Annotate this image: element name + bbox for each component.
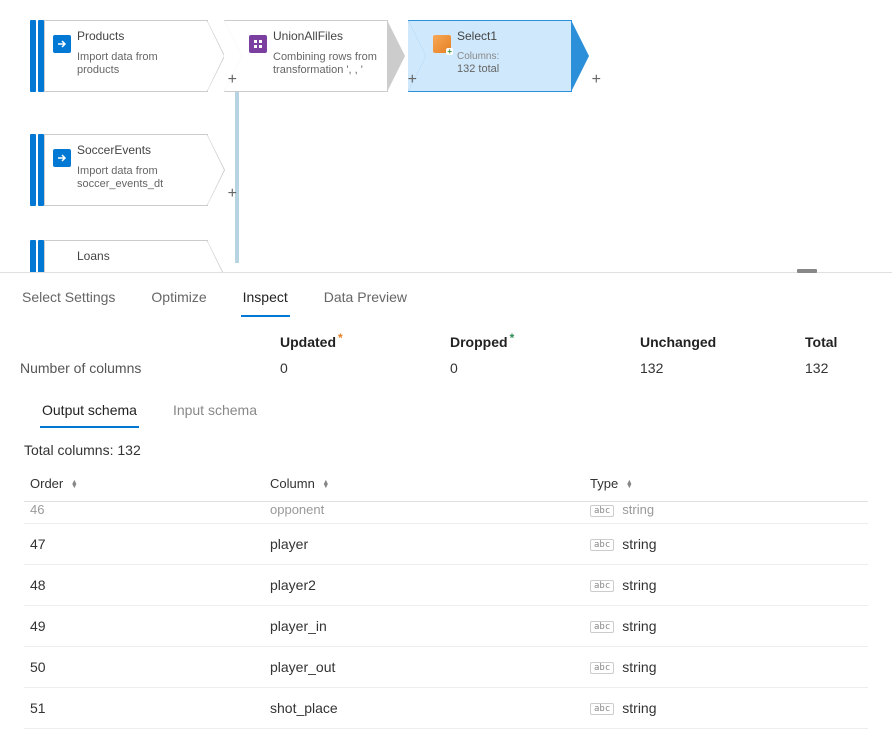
- column-header-column[interactable]: Column ▲▼: [264, 468, 584, 502]
- source-icon: [53, 149, 71, 167]
- column-header-type[interactable]: Type ▲▼: [584, 468, 868, 502]
- tab-select-settings[interactable]: Select Settings: [20, 283, 117, 317]
- node-loans[interactable]: Loans: [30, 240, 208, 272]
- sort-icon: ▲▼: [71, 481, 78, 489]
- sort-icon: ▲▼: [322, 481, 329, 489]
- cell-type: abcstring: [584, 647, 868, 688]
- cell-column: player_in: [264, 606, 584, 647]
- table-row[interactable]: 48player2abcstring: [24, 565, 868, 606]
- node-title: SoccerEvents: [77, 143, 199, 157]
- union-icon: [249, 35, 267, 53]
- type-badge: abc: [590, 580, 614, 592]
- node-desc: Combining rows from transformation ', , …: [273, 51, 379, 77]
- cell-order: 50: [24, 647, 264, 688]
- cell-column: player2: [264, 565, 584, 606]
- subtab-input-schema[interactable]: Input schema: [171, 396, 259, 428]
- table-row[interactable]: 46opponentabcstring: [24, 502, 868, 524]
- tab-optimize[interactable]: Optimize: [149, 283, 208, 317]
- node-products[interactable]: Products Import data from products +: [30, 20, 208, 92]
- inspect-summary: Updated* Dropped* Unchanged Total Number…: [0, 318, 892, 396]
- summary-updated-value: 0: [280, 360, 450, 376]
- node-union-all-files[interactable]: UnionAllFiles Combining rows from transf…: [224, 20, 388, 92]
- schema-table: Order ▲▼ Column ▲▼ Type ▲▼ 46opponentabc…: [24, 468, 868, 729]
- summary-header-total: Total: [805, 334, 872, 350]
- type-badge: abc: [590, 662, 614, 674]
- node-title: Select1: [457, 29, 563, 43]
- column-header-order[interactable]: Order ▲▼: [24, 468, 264, 502]
- node-select1[interactable]: Select1 Columns: 132 total +: [408, 20, 572, 92]
- node-title: UnionAllFiles: [273, 29, 379, 43]
- summary-header-dropped: Dropped*: [450, 334, 640, 350]
- cell-column: shot_place: [264, 688, 584, 729]
- cell-order: 49: [24, 606, 264, 647]
- cell-type: abcstring: [584, 565, 868, 606]
- details-tabs: Select Settings Optimize Inspect Data Pr…: [0, 273, 892, 318]
- type-badge: abc: [590, 505, 614, 517]
- table-row[interactable]: 50player_outabcstring: [24, 647, 868, 688]
- tab-data-preview[interactable]: Data Preview: [322, 283, 409, 317]
- dataflow-canvas[interactable]: Products Import data from products + Soc…: [0, 0, 892, 272]
- summary-header-updated: Updated*: [280, 334, 450, 350]
- cell-type: abcstring: [584, 688, 868, 729]
- select-icon: [433, 35, 451, 53]
- cell-order: 48: [24, 565, 264, 606]
- node-title: Products: [77, 29, 199, 43]
- node-desc: Import data from products: [77, 51, 199, 77]
- schema-subtabs: Output schema Input schema: [0, 396, 892, 428]
- cell-order: 46: [24, 502, 264, 524]
- cell-type: abcstring: [584, 502, 868, 524]
- cell-order: 51: [24, 688, 264, 729]
- node-columns-value: 132 total: [457, 63, 563, 76]
- summary-row-label: Number of columns: [20, 360, 280, 376]
- cell-order: 47: [24, 524, 264, 565]
- add-step-button[interactable]: +: [408, 71, 417, 89]
- summary-unchanged-value: 132: [640, 360, 805, 376]
- subtab-output-schema[interactable]: Output schema: [40, 396, 139, 428]
- panel-drag-handle[interactable]: [797, 269, 817, 273]
- cell-type: abcstring: [584, 524, 868, 565]
- cell-column: player: [264, 524, 584, 565]
- summary-header-unchanged: Unchanged: [640, 334, 805, 350]
- add-step-button[interactable]: +: [592, 71, 601, 89]
- table-row[interactable]: 51shot_placeabcstring: [24, 688, 868, 729]
- cell-type: abcstring: [584, 606, 868, 647]
- source-icon: [53, 35, 71, 53]
- sort-icon: ▲▼: [626, 481, 633, 489]
- type-badge: abc: [590, 539, 614, 551]
- node-columns-label: Columns:: [457, 51, 563, 63]
- add-step-button[interactable]: +: [228, 71, 237, 89]
- cell-column: player_out: [264, 647, 584, 688]
- type-badge: abc: [590, 621, 614, 633]
- node-desc: Import data from soccer_events_dt: [77, 165, 199, 191]
- tab-inspect[interactable]: Inspect: [241, 283, 290, 317]
- type-badge: abc: [590, 703, 614, 715]
- table-row[interactable]: 47playerabcstring: [24, 524, 868, 565]
- summary-dropped-value: 0: [450, 360, 640, 376]
- cell-column: opponent: [264, 502, 584, 524]
- summary-total-value: 132: [805, 360, 872, 376]
- details-panel: Select Settings Optimize Inspect Data Pr…: [0, 272, 892, 729]
- total-columns-label: Total columns: 132: [0, 428, 892, 468]
- node-title: Loans: [77, 249, 199, 263]
- table-row[interactable]: 49player_inabcstring: [24, 606, 868, 647]
- node-soccer-events[interactable]: SoccerEvents Import data from soccer_eve…: [30, 134, 208, 206]
- add-step-button[interactable]: +: [228, 185, 237, 203]
